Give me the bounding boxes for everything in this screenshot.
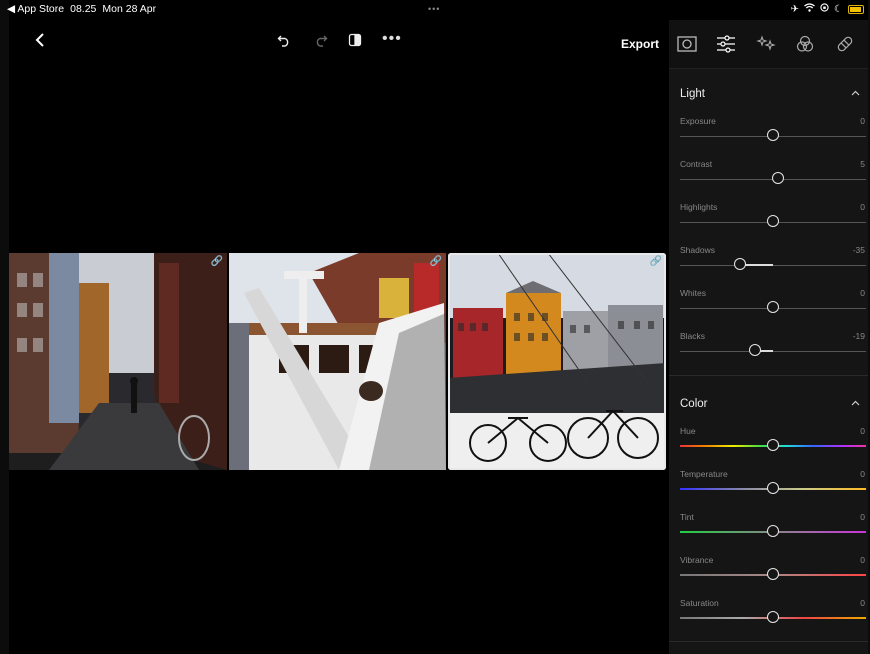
multitasking-dots[interactable]: ••• [428,4,440,14]
photo-snowy-boat[interactable]: 🔗 [229,253,446,470]
adjustments-panel: Light Exposure 0 Contrast 5 Highlights 0 Shado… [669,20,868,654]
slider-track[interactable] [680,351,866,352]
panel-tab-bar [669,20,868,69]
slider-whites[interactable]: Whites 0 [669,288,868,331]
link-icon: 🔗 [429,256,442,267]
battery-icon [848,4,864,14]
compare-icon[interactable] [348,33,362,52]
slider-blacks[interactable]: Blacks -19 [669,331,868,374]
slider-knob[interactable] [767,439,779,451]
slider-exposure[interactable]: Exposure 0 [669,116,868,159]
slider-knob[interactable] [767,301,779,313]
chevron-up-icon[interactable] [851,397,860,409]
color-section-title: Color [680,398,708,410]
slider-label: Vibrance [680,555,714,565]
slider-label: Saturation [680,598,719,608]
orientation-lock-icon [820,3,829,15]
photo-copenhagen-street[interactable]: 🔗 [9,253,227,470]
light-section-title: Light [680,88,705,100]
slider-label: Tint [680,512,694,522]
section-divider [669,375,868,376]
slider-tint[interactable]: Tint 0 [669,512,868,555]
slider-label: Exposure [680,116,716,126]
slider-highlights[interactable]: Highlights 0 [669,202,868,245]
left-edge [0,0,9,654]
redo-icon[interactable] [314,33,328,52]
heal-icon [837,36,853,52]
chevron-up-icon[interactable] [851,87,860,99]
slider-knob[interactable] [767,215,779,227]
slider-value: 0 [860,202,865,212]
slider-knob[interactable] [767,525,779,537]
slider-knob[interactable] [734,258,747,270]
color-mix-icon [796,35,814,52]
tab-presets[interactable] [675,32,699,56]
slider-label: Blacks [680,331,706,341]
tab-heal[interactable] [833,32,857,56]
slider-saturation[interactable]: Saturation 0 [669,598,868,641]
slider-track[interactable] [680,265,866,266]
slider-knob[interactable] [767,611,779,623]
slider-vibrance[interactable]: Vibrance 0 [669,555,868,598]
link-icon: 🔗 [210,256,223,267]
wifi-icon [804,3,815,15]
slider-label: Shadows [680,245,715,255]
photo-strip: 🔗 🔗 🔗 [9,253,666,471]
status-date: Mon 28 Apr [102,3,157,15]
slider-label: Contrast [680,159,713,169]
slider-value: 5 [860,159,865,169]
status-time: 08.25 [70,3,97,15]
slider-value: 0 [860,598,865,608]
slider-value: 0 [860,555,865,565]
slider-value: 0 [860,512,865,522]
slider-knob[interactable] [767,568,779,580]
slider-value: 0 [860,426,865,436]
slider-label: Highlights [680,202,718,212]
airplane-icon: ✈ [790,3,800,15]
tab-effects[interactable] [754,32,778,56]
slider-knob[interactable] [767,129,779,141]
slider-label: Temperature [680,469,728,479]
color-section-header[interactable]: Color [669,388,868,422]
slider-value: -35 [852,245,865,255]
slider-knob[interactable] [767,482,779,494]
editor-toolbar: ••• Export [9,20,669,66]
section-divider [669,641,868,642]
slider-contrast[interactable]: Contrast 5 [669,159,868,202]
back-to-app-store-link[interactable]: ◀ App Store [7,3,64,15]
slider-label: Whites [680,288,706,298]
moon-icon: ☾ [834,3,843,15]
light-section-header[interactable]: Light [669,78,868,112]
undo-icon[interactable] [277,33,291,52]
preset-icon [677,36,697,52]
slider-label: Hue [680,426,696,436]
photo-nyhavn-harbor[interactable]: 🔗 [448,253,666,470]
export-button[interactable]: Export [621,37,659,51]
link-icon: 🔗 [649,256,662,267]
status-bar: ◀ App Store 08.25 Mon 28 Apr ••• ✈ ☾ [0,0,870,17]
back-chevron-icon[interactable] [35,31,45,53]
slider-shadows[interactable]: Shadows -35 [669,245,868,288]
more-options-icon[interactable]: ••• [382,30,402,48]
tab-adjust[interactable] [714,32,738,56]
slider-value: 0 [860,288,865,298]
tab-color-mix[interactable] [793,32,817,56]
slider-value: 0 [860,116,865,126]
slider-knob[interactable] [771,172,784,184]
slider-value: -19 [852,331,865,341]
slider-temperature[interactable]: Temperature 0 [669,469,868,512]
slider-value: 0 [860,469,865,479]
effects-icon [756,35,776,51]
slider-hue[interactable]: Hue 0 [669,426,868,469]
slider-knob[interactable] [749,344,762,356]
adjust-icon [717,35,735,53]
